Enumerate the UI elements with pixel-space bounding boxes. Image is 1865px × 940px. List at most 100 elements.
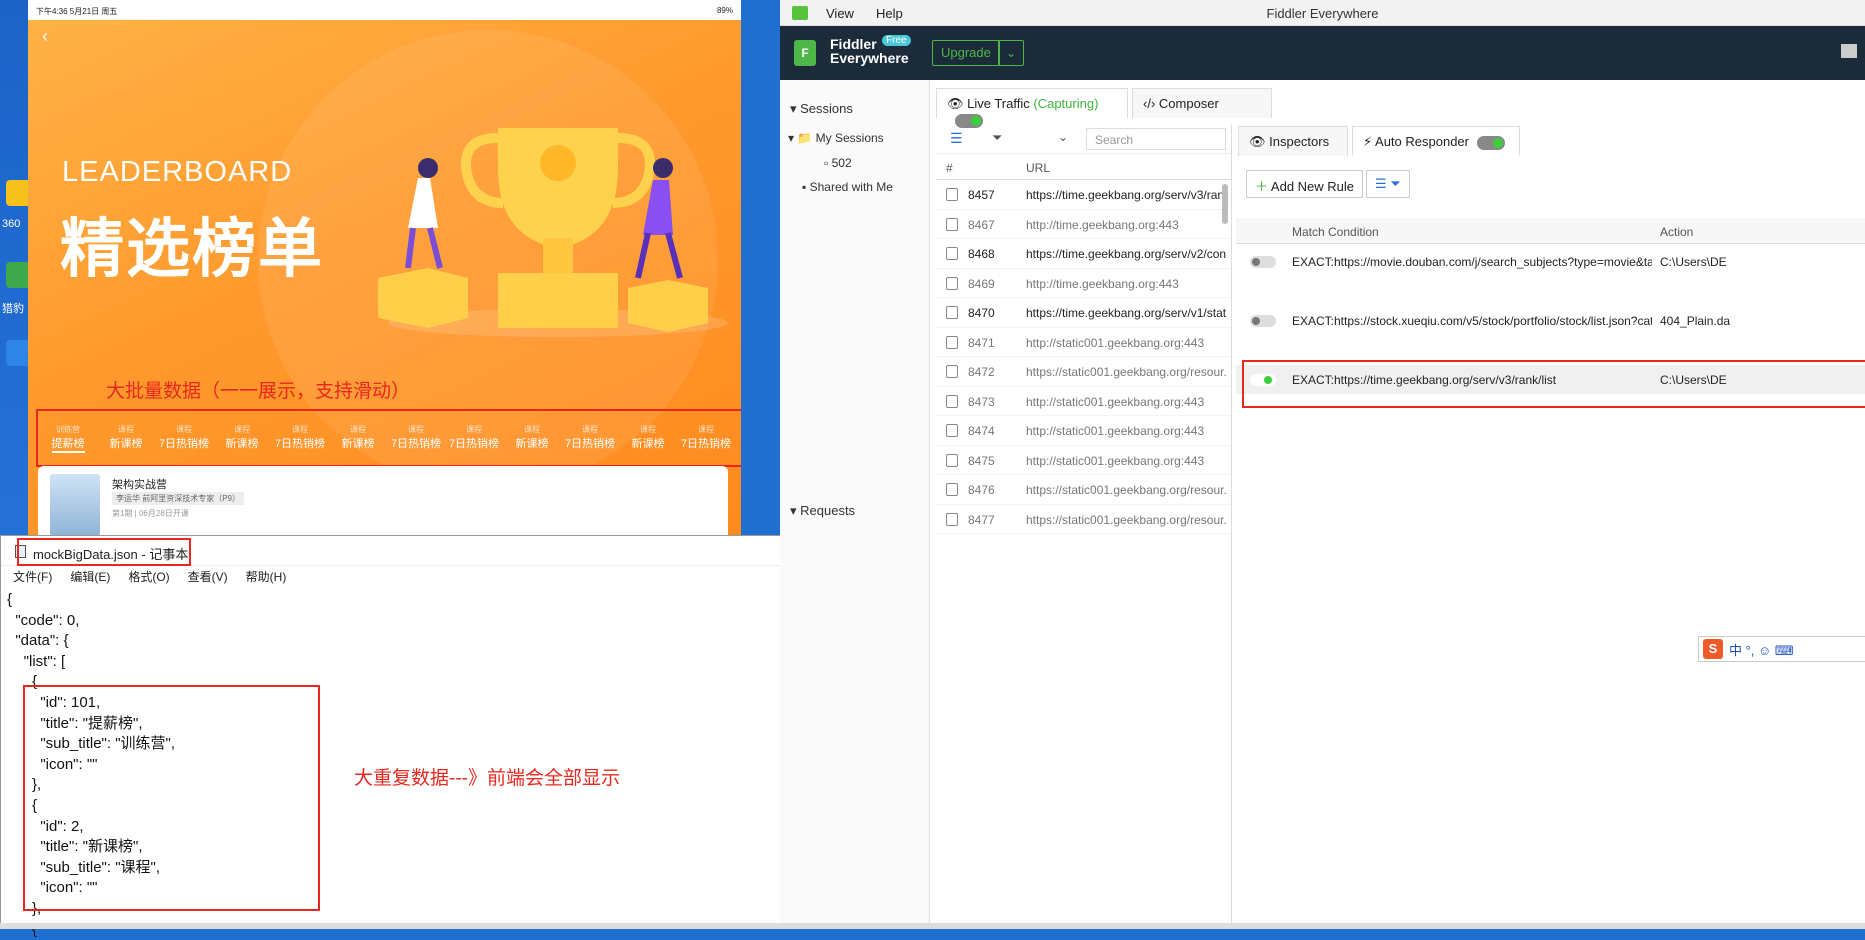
grid-toolbar: ☰ ⏷ ⌄ Search	[936, 124, 1231, 154]
col-url-header[interactable]: URL	[1026, 161, 1050, 175]
row-id: 8474	[968, 424, 995, 438]
leaderboard-tab[interactable]: 课程 新课榜	[626, 424, 670, 453]
rule-match: EXACT:https://stock.xueqiu.com/v5/stock/…	[1292, 314, 1652, 328]
row-id: 8470	[968, 306, 995, 320]
chevron-down-icon[interactable]: ⌄	[1058, 130, 1068, 144]
requests-header[interactable]: ▾ Requests	[790, 503, 855, 519]
tab-title: 新课榜	[109, 438, 143, 450]
my-sessions-label: My Sessions	[815, 131, 884, 145]
shared-with-me-item[interactable]: ▪ Shared with Me	[802, 180, 893, 194]
leaderboard-title-en: LEADERBOARD	[62, 156, 293, 188]
list-icon[interactable]: ☰	[950, 130, 963, 147]
table-row[interactable]: 8469 http://time.geekbang.org:443	[936, 269, 1231, 298]
leaderboard-tab[interactable]: 课程 7日热销榜	[448, 424, 500, 453]
leaderboard-tab[interactable]: 课程 7日热销榜	[159, 424, 209, 453]
table-row[interactable]: 8472 https://static001.geekbang.org/resou…	[936, 357, 1231, 387]
table-row[interactable]: 8470 https://time.geekbang.org/serv/v1/st…	[936, 298, 1231, 328]
session-item-label: 502	[831, 156, 852, 170]
row-url: http://time.geekbang.org:443	[1026, 276, 1179, 291]
filter-icon[interactable]: ⏷	[992, 130, 1002, 146]
auto-responder-toggle[interactable]	[1476, 135, 1505, 150]
upgrade-dropdown-button[interactable]: ⌄	[998, 40, 1024, 66]
free-badge: Free	[882, 35, 911, 46]
tab-title: 新课榜	[515, 438, 549, 450]
auto-responder-panel: 👁 Inspectors ⚡ Auto Responder ＋ Add New …	[1236, 124, 1865, 929]
add-new-rule-button[interactable]: ＋ Add New Rule	[1246, 170, 1364, 198]
leaderboard-tab[interactable]: 课程 新课榜	[510, 424, 554, 453]
table-row[interactable]: 8468 https://time.geekbang.org/serv/v2/co…	[936, 239, 1231, 269]
leaderboard-tab[interactable]: 课程 7日热销榜	[391, 424, 441, 453]
lock-icon	[946, 394, 958, 408]
lock-icon	[946, 483, 958, 496]
menu-edit[interactable]: 编辑(E)	[70, 568, 110, 585]
back-icon[interactable]: ‹	[42, 26, 48, 47]
leaderboard-tab-strip[interactable]: 训练营 提薪榜 课程 新课榜 课程 7日热销榜 课程 新课榜 课程 7日热销榜 课程 新课榜…	[46, 424, 732, 453]
tab-title: 7日热销榜	[448, 438, 500, 450]
tab-auto-responder[interactable]: ⚡ Auto Responder	[1352, 126, 1520, 156]
search-input[interactable]: Search	[1086, 128, 1226, 150]
phone-screen: 下午4:36 5月21日 周五 89% ‹ LEADERBOARD 精选榜单 大…	[28, 0, 741, 540]
leaderboard-tab[interactable]: 课程 新课榜	[336, 424, 380, 453]
lock-icon	[946, 365, 958, 378]
row-url: https://static001.geekbang.org/resour...	[1026, 512, 1226, 527]
row-url: https://time.geekbang.org/serv/v3/ran...	[1026, 188, 1226, 202]
table-row[interactable]: 8473 http://static001.geekbang.org:443	[936, 387, 1231, 416]
menu-help[interactable]: 帮助(H)	[246, 568, 287, 585]
annotation-duplicate-data: 大重复数据---》前端会全部显示	[354, 768, 620, 789]
row-id: 8476	[968, 483, 995, 497]
tab-title: 7日热销榜	[680, 438, 732, 450]
lock-icon	[946, 217, 958, 231]
annotation-bulk-data: 大批量数据（一一展示，支持滑动）	[106, 381, 411, 402]
leaderboard-tab[interactable]: 课程 7日热销榜	[680, 424, 732, 453]
tab-sub: 课程	[466, 425, 482, 434]
table-row[interactable]: 8467 http://time.geekbang.org:443	[936, 210, 1231, 239]
tab-live-traffic[interactable]: 👁 Live Traffic (Capturing)	[936, 88, 1128, 128]
course-card[interactable]: 架构实战营 李运华 前阿里资深技术专家（P9） 第1期 | 06月28日开课	[38, 466, 728, 540]
menu-view[interactable]: 查看(V)	[188, 568, 228, 585]
ime-logo: S	[1703, 639, 1723, 659]
col-num-header[interactable]: #	[946, 161, 953, 175]
lock-icon	[946, 247, 958, 260]
add-rule-label: Add New Rule	[1270, 179, 1355, 194]
ime-toolbar[interactable]: S 中 °, ☺ ⌨	[1698, 636, 1865, 662]
rule-toggle[interactable]	[1250, 256, 1276, 268]
plus-icon: ＋	[1255, 179, 1269, 194]
my-sessions-item[interactable]: ▾ 📁 My Sessions	[788, 131, 884, 145]
leaderboard-title-cn: 精选榜单	[60, 213, 324, 285]
lock-icon	[946, 453, 958, 467]
rule-row[interactable]: EXACT:https://stock.xueqiu.com/v5/stock/…	[1236, 306, 1865, 335]
table-row[interactable]: 8477 https://static001.geekbang.org/resou…	[936, 505, 1231, 534]
leaderboard-tab[interactable]: 训练营 提薪榜	[46, 424, 90, 453]
menu-format[interactable]: 格式(O)	[128, 568, 169, 585]
tab-sub: 课程	[582, 425, 598, 434]
feedback-icon[interactable]	[1841, 44, 1857, 58]
tab-inspectors[interactable]: 👁 Inspectors	[1238, 126, 1348, 156]
rule-toggle[interactable]	[1250, 315, 1276, 327]
leaderboard-tab[interactable]: 课程 7日热销榜	[275, 424, 325, 453]
rule-options-button[interactable]: ☰ ⏷	[1366, 170, 1410, 198]
table-row[interactable]: 8457 https://time.geekbang.org/serv/v3/ra…	[936, 180, 1231, 210]
table-row[interactable]: 8474 http://static001.geekbang.org:443	[936, 416, 1231, 446]
battery-status: 89%	[716, 6, 733, 15]
sessions-header[interactable]: ▾ Sessions	[790, 101, 853, 117]
menu-view[interactable]: View	[826, 6, 854, 21]
table-row[interactable]: 8471 http://static001.geekbang.org:443	[936, 328, 1231, 357]
table-row[interactable]: 8476 https://static001.geekbang.org/resou…	[936, 475, 1231, 505]
tab-composer[interactable]: ‹/› Composer	[1132, 88, 1272, 118]
menu-help[interactable]: Help	[876, 6, 903, 21]
trophy-illustration	[378, 128, 728, 337]
leaderboard-tab[interactable]: 课程 7日热销榜	[565, 424, 615, 453]
grid-header: # URL	[936, 154, 1231, 180]
upgrade-button[interactable]: Upgrade	[932, 40, 1000, 66]
leaderboard-tab[interactable]: 课程 新课榜	[220, 424, 264, 453]
rule-row[interactable]: EXACT:https://movie.douban.com/j/search_…	[1236, 247, 1865, 276]
course-author: 李运华 前阿里资深技术专家（P9）	[112, 492, 245, 505]
session-item[interactable]: ▫ 502	[824, 156, 852, 170]
menu-file[interactable]: 文件(F)	[13, 568, 52, 585]
grid-scrollbar[interactable]	[1222, 184, 1228, 224]
row-url: https://time.geekbang.org/serv/v2/con...	[1026, 247, 1226, 261]
table-row[interactable]: 8475 http://static001.geekbang.org:443	[936, 446, 1231, 475]
leaderboard-tab[interactable]: 课程 新课榜	[104, 424, 148, 453]
tab-sub: 课程	[292, 425, 308, 434]
status-time: 下午4:36 5月21日 周五	[36, 7, 118, 16]
